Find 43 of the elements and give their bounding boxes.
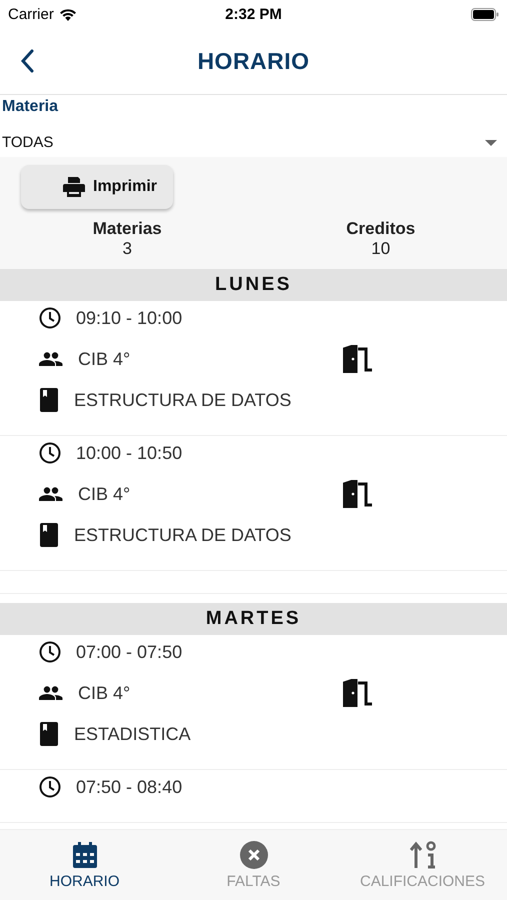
door-icon bbox=[343, 345, 374, 373]
door-icon bbox=[343, 679, 374, 707]
subject-dropdown[interactable]: Materia TODAS bbox=[0, 95, 507, 157]
day-header: LUNES bbox=[0, 269, 507, 301]
day-header: MARTES bbox=[0, 603, 507, 635]
clock-time: 2:32 PM bbox=[225, 6, 282, 22]
book-icon bbox=[39, 722, 59, 746]
carrier-name: Carrier bbox=[8, 6, 54, 22]
battery-icon bbox=[470, 8, 499, 20]
class-subject: ESTADISTICA bbox=[74, 724, 191, 744]
class-time: 10:00 - 10:50 bbox=[76, 442, 182, 464]
stat-label: Materias bbox=[92, 219, 162, 239]
class-time: 07:00 - 07:50 bbox=[76, 642, 182, 662]
clock-icon bbox=[39, 776, 61, 798]
class-group: CIB 4° bbox=[78, 484, 328, 504]
page-title: HORARIO bbox=[197, 48, 310, 74]
stat-value: 10 bbox=[371, 239, 390, 259]
class-subject: ESTRUCTURA DE DATOS bbox=[74, 524, 292, 546]
class-time: 09:10 - 10:00 bbox=[76, 308, 182, 328]
printer-icon bbox=[63, 177, 85, 197]
stat-label: Creditos bbox=[346, 219, 416, 239]
wifi-icon bbox=[58, 8, 77, 20]
people-icon bbox=[39, 352, 63, 366]
clock-icon bbox=[39, 641, 61, 663]
book-icon bbox=[39, 523, 59, 547]
back-icon[interactable] bbox=[20, 49, 34, 73]
class-subject: ESTRUCTURA DE DATOS bbox=[74, 390, 292, 410]
class-time: 07:50 - 08:40 bbox=[76, 776, 182, 798]
door-icon bbox=[343, 480, 374, 508]
close-circle-icon bbox=[240, 840, 268, 868]
stat-value: 3 bbox=[122, 239, 132, 259]
tab-item[interactable]: HORARIO bbox=[0, 830, 169, 900]
clock-icon bbox=[39, 442, 61, 464]
people-icon bbox=[39, 487, 63, 501]
class-group: CIB 4° bbox=[78, 348, 328, 370]
clock-icon bbox=[39, 307, 61, 329]
book-icon bbox=[39, 388, 59, 412]
people-icon bbox=[39, 686, 63, 700]
sort-icon bbox=[408, 840, 436, 868]
class-group: CIB 4° bbox=[78, 682, 328, 704]
caret-icon bbox=[485, 140, 497, 146]
calendar-icon bbox=[70, 840, 98, 868]
print-button[interactable]: Imprimir bbox=[21, 165, 174, 209]
